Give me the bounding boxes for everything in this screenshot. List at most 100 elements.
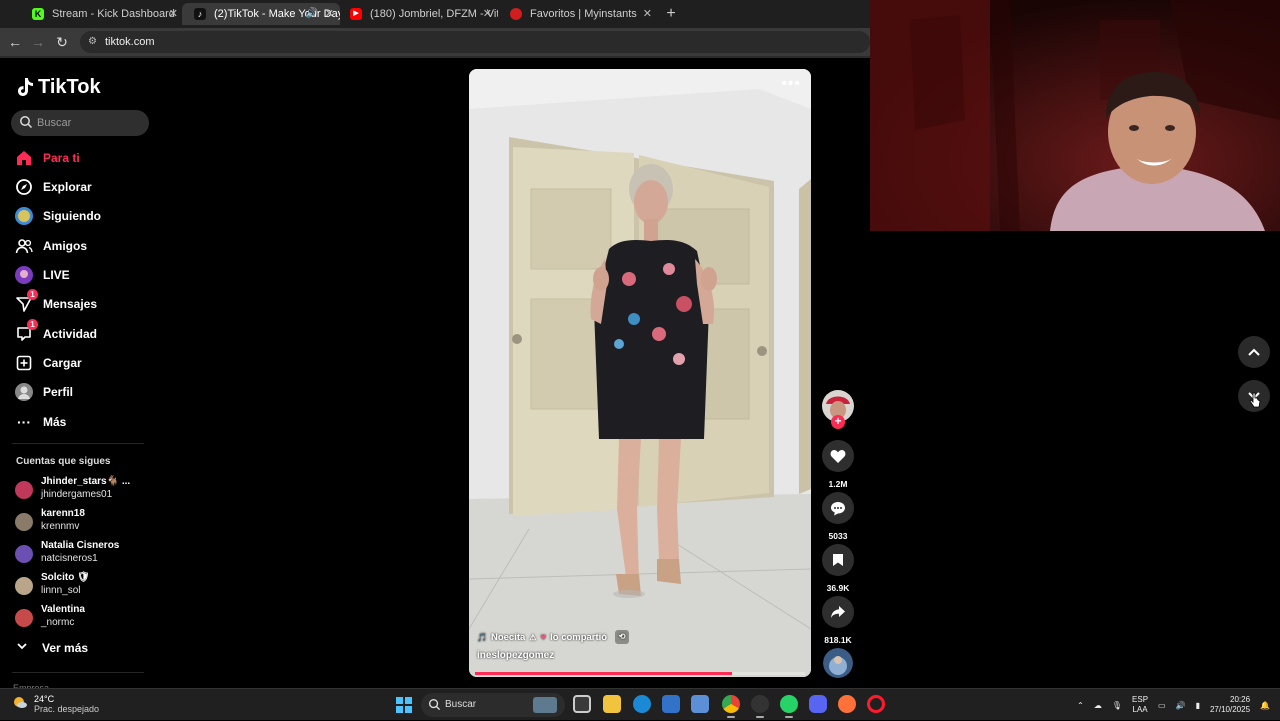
account-handle: _normc xyxy=(41,617,75,628)
nav-mas[interactable]: ··· Más xyxy=(14,410,154,434)
nav-label: Explorar xyxy=(43,180,92,194)
tray-expand-icon[interactable]: ⌃ xyxy=(1077,701,1084,710)
search-input[interactable] xyxy=(37,110,145,136)
video-player[interactable]: ••• 🎵 Noecita ⚠ ♥ lo compartió ⟲ ineslop… xyxy=(469,69,811,677)
microphone-icon[interactable]: 🎙 xyxy=(1112,701,1122,710)
nav-amigos[interactable]: Amigos xyxy=(14,234,154,258)
nav-para-ti[interactable]: Para ti xyxy=(14,146,154,170)
followed-account[interactable]: karenn18 krennmv xyxy=(15,508,155,536)
audio-playing-icon[interactable]: 🔊 xyxy=(306,3,318,25)
account-handle: jhindergames01 xyxy=(41,489,113,500)
nav-live[interactable]: LIVE xyxy=(14,263,154,287)
account-handle: linnn_sol xyxy=(41,585,81,596)
previous-video-button[interactable] xyxy=(1238,336,1270,368)
avatar xyxy=(15,609,33,627)
search-highlight-icon xyxy=(533,697,557,713)
account-name: Jhinder_stars🐐 ... xyxy=(41,476,131,487)
share-count: 818.1K xyxy=(824,635,852,645)
opera-icon[interactable] xyxy=(867,695,885,713)
language-indicator[interactable]: ESP LAA xyxy=(1132,695,1148,715)
tab-title: Stream - Kick Dashboard xyxy=(52,8,175,20)
chrome-icon[interactable] xyxy=(722,695,740,718)
site-info-icon[interactable]: ⚙ xyxy=(88,31,97,53)
new-tab-button[interactable]: + xyxy=(664,3,678,25)
browser-nav-bar: ← → ↻ ⚙ tiktok.com xyxy=(0,28,870,56)
weather-condition: Prac. despejado xyxy=(34,704,100,714)
share-icon[interactable] xyxy=(822,596,854,628)
bookmark-icon[interactable] xyxy=(822,544,854,576)
nav-siguiendo[interactable]: Siguiendo xyxy=(14,204,154,228)
file-explorer-icon[interactable] xyxy=(603,695,621,713)
share-action[interactable]: 818.1K xyxy=(822,596,854,645)
nav-label: Amigos xyxy=(43,239,88,253)
whatsapp-icon[interactable] xyxy=(780,695,798,718)
comment-icon[interactable] xyxy=(822,492,854,524)
tab-youtube[interactable]: ▶ (180) Jombriel, DFZM - Vitamin ✕ xyxy=(338,3,498,25)
forward-icon[interactable]: → xyxy=(28,32,48,52)
address-bar[interactable]: ⚙ tiktok.com xyxy=(80,31,870,53)
volume-icon[interactable]: 🔊 xyxy=(1176,701,1186,710)
heart-icon[interactable] xyxy=(822,440,854,472)
followed-account[interactable]: Jhinder_stars🐐 ... jhindergames01 xyxy=(15,476,155,504)
follow-button[interactable]: + xyxy=(831,415,845,429)
video-progress-bar[interactable] xyxy=(475,672,805,675)
nav-actividad[interactable]: 1 Actividad xyxy=(14,319,154,346)
live-icon xyxy=(14,265,34,285)
tab-tiktok[interactable]: ♪ (2)TikTok - Make Your Day 🔊 ✕ xyxy=(182,3,340,25)
close-tab-icon[interactable]: ✕ xyxy=(483,3,492,25)
close-tab-icon[interactable]: ✕ xyxy=(643,3,652,25)
notifications-icon[interactable]: 🔔 xyxy=(1260,701,1270,710)
close-tab-icon[interactable]: ✕ xyxy=(325,3,334,25)
network-icon[interactable]: ▭ xyxy=(1158,701,1166,710)
like-count: 1.2M xyxy=(828,479,848,489)
youtube-icon: ▶ xyxy=(350,8,362,20)
tab-kick-dashboard[interactable]: K Stream - Kick Dashboard ✕ xyxy=(20,3,184,25)
clock[interactable]: 20:26 27/10/2025 xyxy=(1210,695,1250,715)
nav-explorar[interactable]: Explorar xyxy=(14,175,154,199)
shared-by[interactable]: 🎵 Noecita ⚠ ♥ lo compartió ⟲ xyxy=(477,629,630,645)
store-icon[interactable] xyxy=(662,695,680,713)
followed-account[interactable]: Natalia Cisneros natcisneros1 xyxy=(15,540,155,568)
music-disc[interactable] xyxy=(823,648,853,678)
close-tab-icon[interactable]: ✕ xyxy=(169,3,178,25)
comment-action[interactable]: 5033 xyxy=(822,492,854,541)
edge-icon[interactable] xyxy=(633,695,651,713)
nav-perfil[interactable]: Perfil xyxy=(14,380,154,404)
reload-icon[interactable]: ↻ xyxy=(52,32,72,52)
tiktok-logo[interactable]: TikTok xyxy=(16,74,101,100)
back-icon[interactable]: ← xyxy=(5,32,25,52)
search-box[interactable] xyxy=(11,110,149,136)
tab-myinstants[interactable]: Favoritos | Myinstants ✕ xyxy=(498,3,658,25)
followed-account[interactable]: Solcito 🛡 linnn_sol xyxy=(15,572,155,600)
more-options-icon[interactable]: ••• xyxy=(781,75,801,93)
weather-sun-icon xyxy=(12,694,28,715)
weather-temp: 24°C xyxy=(34,694,55,704)
discord-icon[interactable] xyxy=(809,695,827,713)
account-handle: krennmv xyxy=(41,521,80,532)
windows-taskbar: 24°C Prac. despejado Buscar ⌃ ☁ 🎙 ESP LA… xyxy=(0,688,1280,720)
notification-badge: 1 xyxy=(27,319,38,330)
windows-start-icon[interactable] xyxy=(396,697,412,713)
nav-label: LIVE xyxy=(43,268,70,282)
battery-icon[interactable]: ▮ xyxy=(1196,701,1200,710)
like-action[interactable]: 1.2M xyxy=(822,440,854,489)
see-more-button[interactable]: Ver más xyxy=(16,640,88,655)
save-action[interactable]: 36.9K xyxy=(822,544,854,593)
control-panel-icon[interactable] xyxy=(691,695,709,713)
tab-title: (180) Jombriel, DFZM - Vitamin xyxy=(370,8,498,20)
obs-icon[interactable] xyxy=(751,695,769,718)
avatar xyxy=(15,545,33,563)
firefox-icon[interactable] xyxy=(838,695,856,713)
video-author[interactable]: ineslopezgomez xyxy=(477,650,554,661)
messages-icon: 1 xyxy=(14,289,38,314)
taskbar-search[interactable]: Buscar xyxy=(421,693,565,717)
weather-widget[interactable]: 24°C Prac. despejado xyxy=(12,694,99,715)
account-name: Valentina xyxy=(41,604,85,615)
video-progress-fill xyxy=(475,672,733,675)
nav-mensajes[interactable]: 1 Mensajes xyxy=(14,289,154,316)
onedrive-icon[interactable]: ☁ xyxy=(1094,701,1102,710)
nav-cargar[interactable]: Cargar xyxy=(14,351,154,375)
followed-account[interactable]: Valentina _normc xyxy=(15,604,155,632)
task-view-icon[interactable] xyxy=(573,695,591,713)
nav-label: Para ti xyxy=(43,151,80,165)
